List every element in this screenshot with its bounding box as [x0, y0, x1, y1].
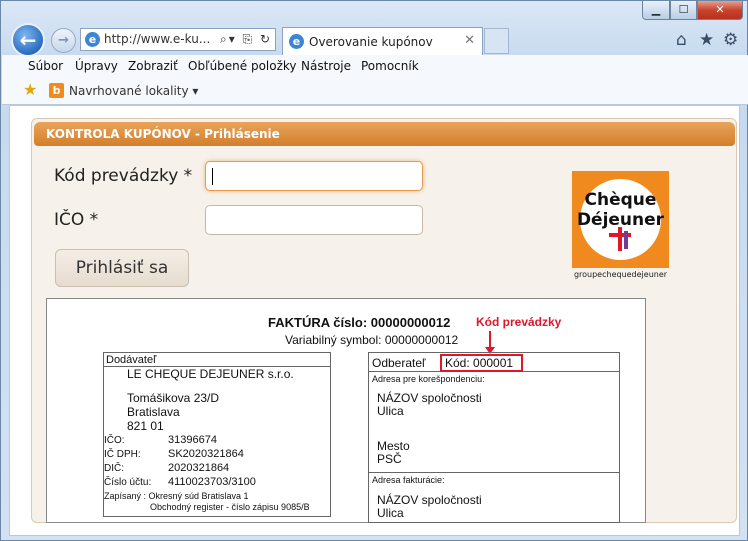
back-button[interactable]: ← [11, 23, 45, 57]
invoice-sample-image: FAKTÚRA číslo: 00000000012 Variabilný sy… [46, 298, 646, 523]
browser-window: ▁ ☐ ✕ ← → e http://www.e-ku... ⌕▾ ⎘ ↻ e … [0, 0, 748, 541]
arrow-right-icon: → [58, 33, 69, 48]
billing-label: Adresa fakturácie: [372, 475, 445, 485]
supplier-street: Tomášikova 23/D [127, 391, 220, 405]
panel-header: KONTROLA KUPÓNOV - Prihlásenie [34, 122, 735, 146]
supplier-zip: 821 01 [127, 419, 164, 433]
supplier-label: Dodávateľ [106, 354, 157, 366]
dic-value: 2020321864 [168, 462, 230, 474]
logo-bar [618, 227, 622, 251]
menu-favorites[interactable]: Obľúbené položky [188, 59, 297, 73]
new-tab-button[interactable] [484, 28, 509, 54]
correspondence-label: Adresa pre korešpondenciu: [372, 374, 485, 384]
registry-line1: Zapísaný : Okresný súd Bratislava 1 [104, 491, 249, 501]
account-key: Číslo účtu: [104, 477, 152, 488]
kod-prevadzky-input[interactable] [205, 161, 423, 191]
close-window-button[interactable]: ✕ [697, 1, 743, 20]
tab-title: Overovanie kupónov [309, 35, 433, 49]
home-icon[interactable]: ⌂ [676, 30, 687, 50]
company-street: Ulica [377, 404, 404, 418]
address-tools-icons[interactable]: ⌕▾ ⎘ ↻ [220, 29, 272, 50]
menu-edit[interactable]: Úpravy [75, 59, 118, 73]
company-town: Mesto [377, 439, 410, 453]
minimize-button[interactable]: ▁ [642, 1, 670, 20]
invoice-highlight-label: Kód prevádzky [476, 315, 562, 329]
close-tab-icon[interactable]: ✕ [464, 33, 475, 48]
ico-value: 31396674 [168, 434, 217, 446]
icdph-key: IČ DPH: [104, 449, 141, 460]
menu-file[interactable]: Súbor [28, 59, 63, 73]
kod-prevadzky-label: Kód prevádzky * [54, 166, 193, 186]
customer-code: Kód: 000001 [445, 356, 514, 370]
forward-button[interactable]: → [51, 28, 76, 53]
suggested-sites-link[interactable]: Navrhované lokality ▾ [69, 84, 198, 98]
logo-line1: Chèque [584, 190, 657, 210]
address-bar[interactable]: e http://www.e-ku... ⌕▾ ⎘ ↻ [80, 28, 276, 51]
billing-company-name: NÁZOV spoločnosti [377, 493, 482, 507]
menu-view[interactable]: Zobraziť [128, 59, 178, 73]
text-caret [212, 168, 213, 185]
favorites-star-icon[interactable]: ★ [699, 30, 714, 50]
menu-tools[interactable]: Nástroje [301, 59, 351, 73]
gear-icon[interactable]: ⚙ [723, 30, 738, 50]
favorites-bar: ★ b Navrhované lokality ▾ [2, 79, 748, 105]
company-psc: PSČ [377, 452, 402, 466]
customer-label: Odberateľ [372, 356, 426, 370]
maximize-button[interactable]: ☐ [670, 1, 697, 20]
menu-help[interactable]: Pomocník [361, 59, 419, 73]
dic-key: DIČ: [104, 463, 124, 474]
registry-line2: Obchodný register - číslo zápisu 9085/B [150, 502, 310, 512]
tab-active[interactable]: e Overovanie kupónov ✕ [282, 27, 483, 55]
company-name: NÁZOV spoločnosti [377, 391, 482, 405]
ie-icon: e [289, 34, 304, 49]
divider [368, 472, 620, 473]
logo-bar [624, 231, 628, 249]
login-button[interactable]: Prihlásiť sa [55, 249, 189, 287]
ico-key: IČO: [104, 435, 125, 446]
ico-label: IČO * [54, 210, 99, 230]
supplier-city: Bratislava [127, 405, 180, 419]
account-value: 4110023703/3100 [168, 476, 256, 488]
add-favorite-icon[interactable]: ★ [23, 82, 39, 98]
ie-icon: e [85, 32, 100, 47]
logo-subtitle: groupechequedejeuner [573, 270, 668, 279]
invoice-title: FAKTÚRA číslo: 00000000012 [268, 315, 451, 330]
page-content: KONTROLA KUPÓNOV - Prihlásenie Kód prevá… [9, 105, 740, 536]
supplier-name: LE CHEQUE DEJEUNER s.r.o. [127, 367, 294, 381]
address-url[interactable]: http://www.e-ku... [104, 29, 210, 50]
menu-bar: Súbor Úpravy Zobraziť Obľúbené položky N… [2, 55, 748, 80]
suggested-sites-icon: b [49, 83, 64, 98]
cheque-dejeuner-logo: Chèque Déjeuner [572, 171, 669, 268]
ico-input[interactable] [205, 205, 423, 235]
arrow-left-icon: ← [19, 28, 37, 52]
billing-street: Ulica [377, 506, 404, 520]
icdph-value: SK2020321864 [168, 448, 244, 460]
invoice-variable-symbol: Variabilný symbol: 00000000012 [285, 333, 459, 347]
